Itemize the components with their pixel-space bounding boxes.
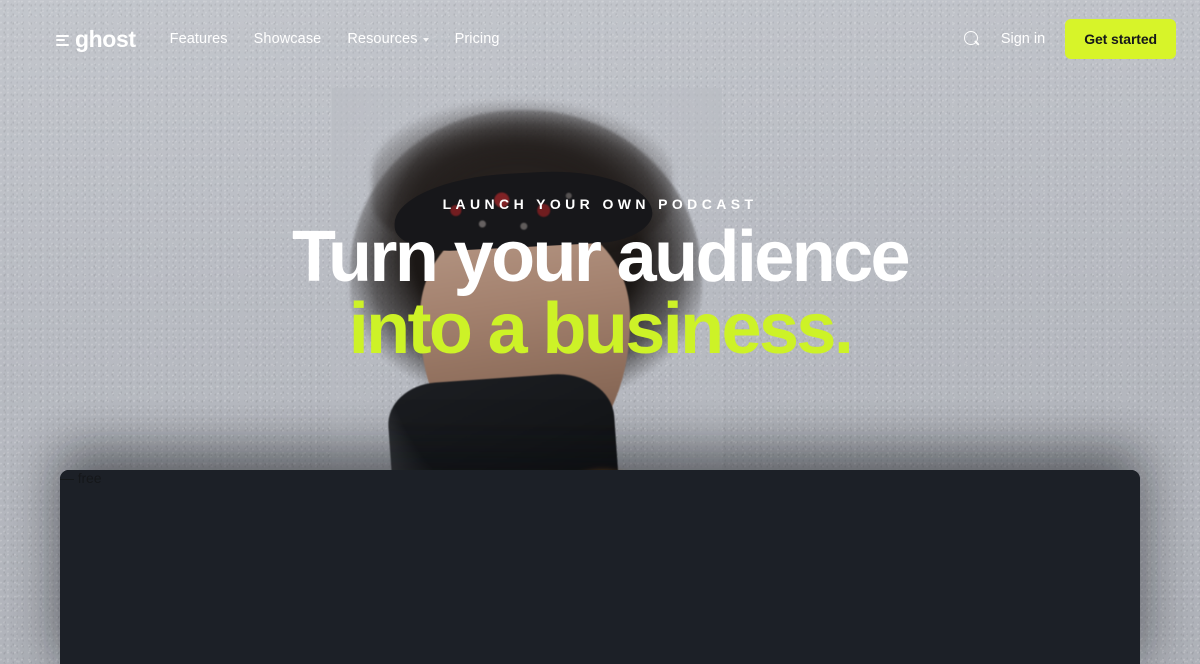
hero-eyebrow: LAUNCH YOUR OWN PODCAST — [442, 196, 758, 212]
nav-actions: Sign in Get started — free — [60, 19, 1176, 664]
nav-link-label: Pricing — [454, 31, 500, 47]
nav-links: Features Showcase Resources Pricing — [170, 31, 500, 47]
chevron-down-icon — [422, 38, 429, 42]
headline-line-2: into a business. — [348, 289, 854, 370]
hero-section: LAUNCH YOUR OWN PODCAST Turn your audien… — [0, 196, 1200, 370]
nav-link-showcase[interactable]: Showcase — [254, 31, 322, 47]
ghost-logo-text: ghost — [75, 25, 136, 52]
nav-link-label: Resources — [347, 31, 418, 47]
nav-link-features[interactable]: Features — [170, 31, 228, 47]
cta-suffix: — free — [60, 470, 1140, 664]
main-navigation: ghost Features Showcase Resources Pricin… — [0, 0, 1200, 664]
search-icon[interactable] — [963, 30, 981, 48]
page-title: Turn your audience into a business. — [0, 221, 1200, 370]
ghost-logo[interactable]: ghost — [56, 26, 136, 53]
nav-link-label: Features — [169, 31, 228, 47]
nav-link-pricing[interactable]: Pricing — [455, 31, 500, 47]
ghost-landing-page: ghost Features Showcase Resources Pricin… — [0, 0, 1200, 664]
ghost-logo-icon — [56, 34, 69, 46]
nav-link-label: Showcase — [253, 31, 322, 47]
nav-link-resources[interactable]: Resources — [347, 31, 429, 47]
sign-in-link[interactable]: Sign in — [1001, 31, 1045, 47]
cta-label: Get started — [1084, 31, 1157, 47]
get-started-button[interactable]: Get started — free — [60, 19, 1176, 664]
headline-line-1: Turn your audience — [292, 217, 911, 297]
